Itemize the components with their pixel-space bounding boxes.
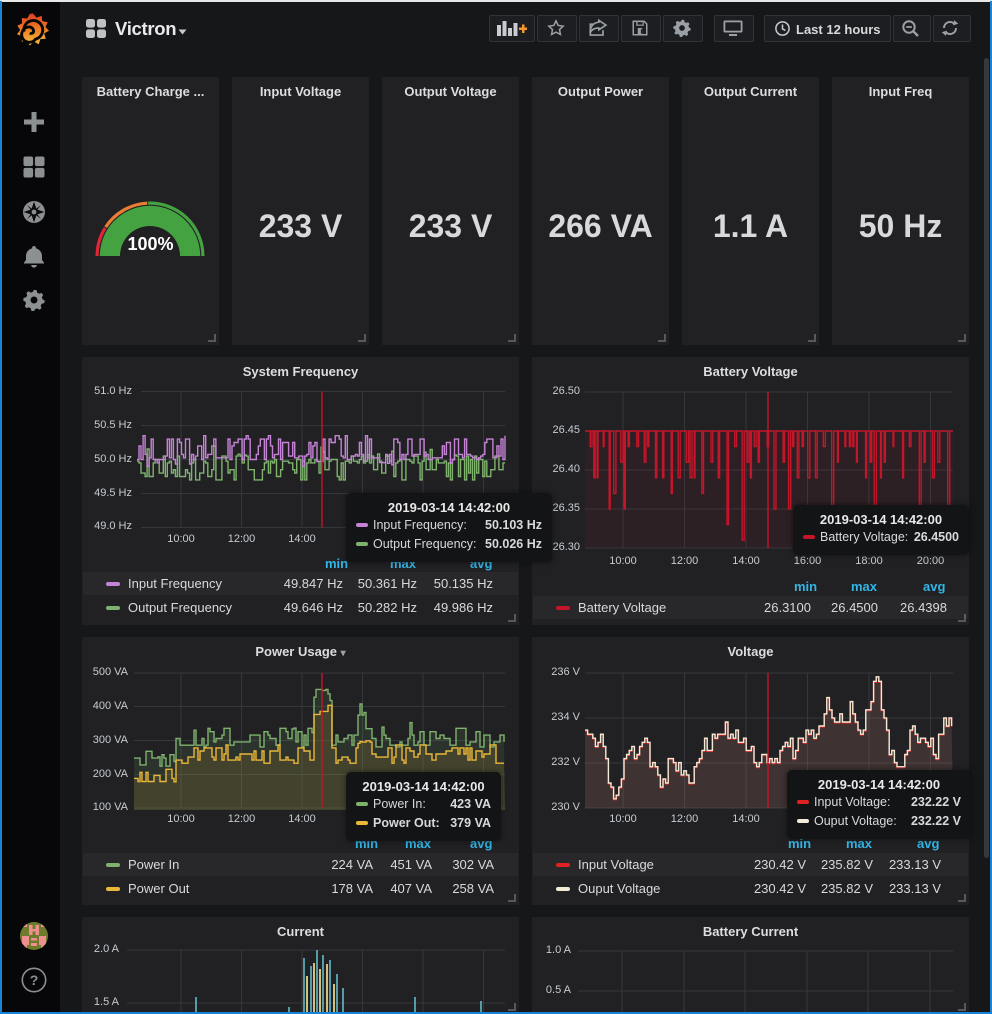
svg-text:?: ? bbox=[30, 972, 39, 988]
